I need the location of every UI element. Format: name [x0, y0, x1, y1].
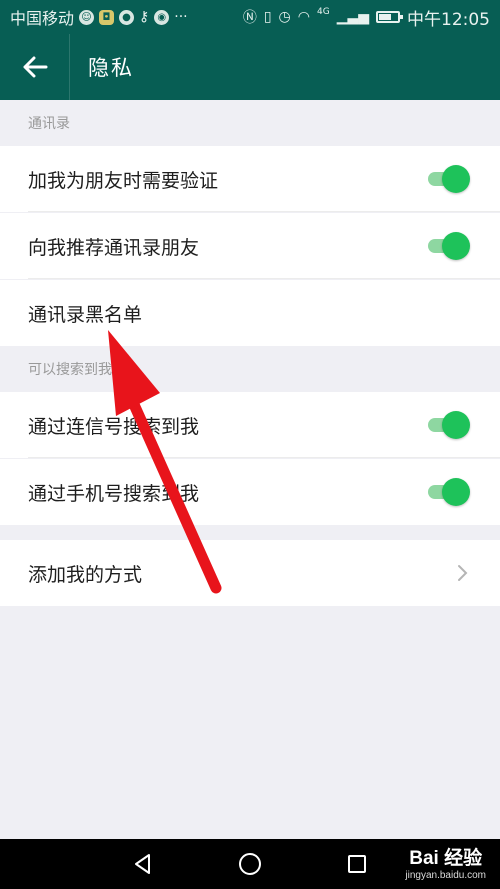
row-search-by-id[interactable]: 通过连信号搜索到我: [0, 392, 500, 458]
row-label: 通过连信号搜索到我: [28, 415, 200, 438]
key-icon: ⚷: [139, 9, 150, 25]
recommend-contacts-toggle[interactable]: [428, 232, 470, 260]
nav-recents-icon[interactable]: [346, 853, 368, 875]
app-notification-icon: ◘: [99, 9, 115, 25]
network-type-label: 4G: [316, 7, 330, 17]
vibrate-icon: ▯: [263, 9, 272, 25]
nav-home-icon[interactable]: [238, 852, 262, 876]
title-bar: 隐私: [0, 34, 500, 100]
back-arrow-icon: [23, 56, 47, 78]
row-verify-friend-request[interactable]: 加我为朋友时需要验证: [0, 146, 500, 212]
clock-label: 中午12:05: [407, 9, 490, 30]
page-title: 隐私: [88, 56, 134, 80]
row-add-me-methods[interactable]: 添加我的方式: [0, 540, 500, 606]
back-button[interactable]: [0, 34, 70, 100]
app-icon: ◉: [154, 9, 170, 25]
more-dots-icon: ···: [174, 9, 188, 25]
row-contacts-blacklist[interactable]: 通讯录黑名单: [0, 280, 500, 346]
row-label: 通过手机号搜索到我: [28, 482, 200, 505]
nfc-icon: Ⓝ: [242, 10, 257, 26]
row-label: 向我推荐通讯录朋友: [28, 236, 200, 259]
search-by-id-toggle[interactable]: [428, 411, 470, 439]
section-header-searchable: 可以搜索到我: [28, 362, 112, 378]
alarm-icon: ◷: [278, 9, 291, 25]
row-search-by-phone[interactable]: 通过手机号搜索到我: [0, 459, 500, 525]
row-label: 通讯录黑名单: [28, 303, 143, 326]
watermark-logo: Bai 经验: [409, 848, 483, 869]
signal-icon: ▁▃▅: [336, 9, 369, 25]
watermark-url: jingyan.baidu.com: [405, 870, 486, 881]
chevron-right-icon: [458, 565, 468, 581]
battery-icon: [376, 11, 403, 23]
carrier-label: 中国移动: [10, 9, 75, 28]
music-icon: ●: [119, 9, 135, 25]
status-bar: 中国移动 ☺ ◘ ● ⚷ ◉ ··· Ⓝ ▯ ◷ ◠ 4G ▁▃▅ 中午12:0…: [0, 0, 500, 34]
wifi-icon: ◠: [297, 9, 310, 25]
message-icon: ☺: [79, 9, 95, 25]
row-label: 加我为朋友时需要验证: [28, 169, 219, 192]
search-by-phone-toggle[interactable]: [428, 478, 470, 506]
verify-friend-toggle[interactable]: [428, 165, 470, 193]
nav-back-icon[interactable]: [132, 853, 154, 875]
row-label: 添加我的方式: [28, 563, 143, 586]
row-recommend-contacts[interactable]: 向我推荐通讯录朋友: [0, 213, 500, 279]
section-header-contacts: 通讯录: [28, 116, 70, 132]
watermark: Bai 经验 jingyan.baidu.com: [405, 843, 486, 881]
